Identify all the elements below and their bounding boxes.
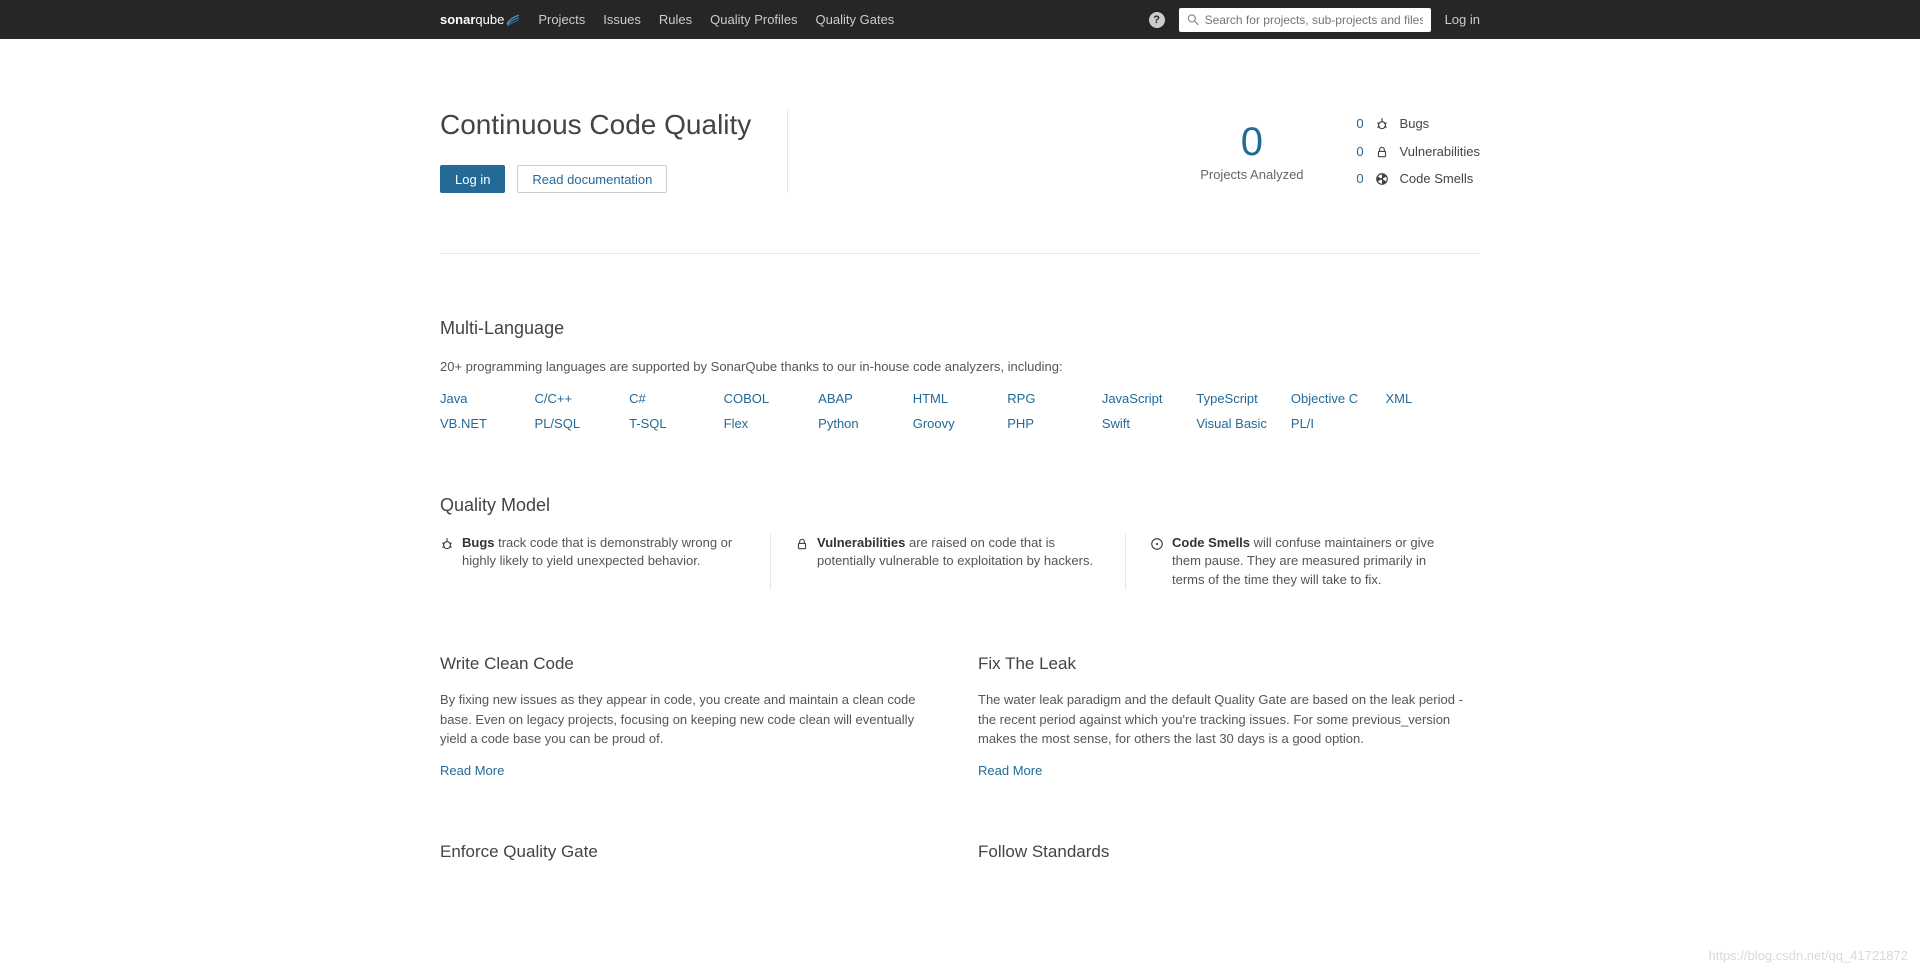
col-enforce-qg: Enforce Quality Gate: [440, 842, 942, 878]
projects-label: Projects Analyzed: [1200, 167, 1303, 182]
col-clean-code: Write Clean Code By fixing new issues as…: [440, 654, 942, 778]
nav-links: Projects Issues Rules Quality Profiles Q…: [538, 12, 894, 27]
logo-text-b: qube: [475, 12, 504, 27]
clean-code-read-more[interactable]: Read More: [440, 763, 504, 778]
qm-vulns: Vulnerabilities are raised on code that …: [770, 534, 1125, 591]
lang-link[interactable]: RPG: [1007, 391, 1102, 406]
read-docs-button[interactable]: Read documentation: [517, 165, 667, 193]
page-body: Continuous Code Quality Log in Read docu…: [440, 39, 1480, 918]
nav-item-projects[interactable]: Projects: [538, 12, 585, 27]
metric-bugs: 0 Bugs: [1352, 116, 1480, 132]
lang-link[interactable]: JavaScript: [1102, 391, 1197, 406]
lang-link[interactable]: Python: [818, 416, 913, 431]
clean-code-body: By fixing new issues as they appear in c…: [440, 690, 942, 749]
qm-bugs-text: Bugs track code that is demonstrably wro…: [462, 534, 746, 572]
hero-actions: Log in Read documentation: [440, 165, 751, 193]
lang-link[interactable]: PHP: [1007, 416, 1102, 431]
metric-bugs-label: Bugs: [1400, 116, 1430, 131]
quality-model-row: Bugs track code that is demonstrably wro…: [440, 534, 1480, 591]
section-multilang: Multi-Language 20+ programming languages…: [440, 254, 1480, 431]
logo[interactable]: sonarqube: [440, 12, 520, 28]
col-follow-std: Follow Standards: [978, 842, 1480, 878]
metric-vulns: 0 Vulnerabilities: [1352, 143, 1480, 159]
lang-link[interactable]: VB.NET: [440, 416, 535, 431]
nav-right: ? Log in: [1149, 8, 1480, 32]
follow-std-heading: Follow Standards: [978, 842, 1480, 862]
lang-link[interactable]: Visual Basic: [1196, 416, 1291, 431]
logo-waves-icon: [506, 12, 520, 28]
login-link-top[interactable]: Log in: [1445, 12, 1480, 27]
quality-model-heading: Quality Model: [440, 495, 1480, 516]
fix-leak-body: The water leak paradigm and the default …: [978, 690, 1480, 749]
col-fix-leak: Fix The Leak The water leak paradigm and…: [978, 654, 1480, 778]
hero-left: Continuous Code Quality Log in Read docu…: [440, 109, 788, 193]
nav-item-quality-profiles[interactable]: Quality Profiles: [710, 12, 797, 27]
lang-grid: Java C/C++ C# COBOL ABAP HTML RPG JavaSc…: [440, 391, 1480, 431]
two-col-2: Enforce Quality Gate Follow Standards: [440, 778, 1480, 878]
help-icon[interactable]: ?: [1149, 12, 1165, 28]
metrics-col: 0 Bugs 0 Vulnerabilities 0: [1352, 116, 1480, 187]
metric-smells-label: Code Smells: [1400, 171, 1474, 186]
multilang-intro: 20+ programming languages are supported …: [440, 357, 1480, 377]
lang-link[interactable]: Objective C: [1291, 391, 1386, 406]
lock-icon: [795, 535, 809, 572]
multilang-heading: Multi-Language: [440, 318, 1480, 339]
metric-bugs-count: 0: [1352, 116, 1364, 131]
qm-vulns-text: Vulnerabilities are raised on code that …: [817, 534, 1101, 572]
lang-link[interactable]: ABAP: [818, 391, 913, 406]
lang-link[interactable]: COBOL: [724, 391, 819, 406]
lang-link[interactable]: T-SQL: [629, 416, 724, 431]
search-input[interactable]: [1179, 8, 1431, 32]
lang-link[interactable]: Flex: [724, 416, 819, 431]
lang-link[interactable]: Groovy: [913, 416, 1008, 431]
metric-vulns-label: Vulnerabilities: [1400, 144, 1480, 159]
metric-smells-count: 0: [1352, 171, 1364, 186]
fix-leak-read-more[interactable]: Read More: [978, 763, 1042, 778]
lang-link[interactable]: Java: [440, 391, 535, 406]
logo-text-a: sonar: [440, 12, 475, 27]
enforce-qg-heading: Enforce Quality Gate: [440, 842, 942, 862]
bug-icon: [1374, 116, 1390, 132]
nav-item-rules[interactable]: Rules: [659, 12, 692, 27]
search-box: [1179, 8, 1431, 32]
nav-item-quality-gates[interactable]: Quality Gates: [816, 12, 895, 27]
qm-smells: Code Smells will confuse maintainers or …: [1125, 534, 1480, 591]
hero-right: 0 Projects Analyzed 0 Bugs 0 Vulnerabili…: [788, 116, 1480, 187]
lang-link[interactable]: C#: [629, 391, 724, 406]
qm-bugs: Bugs track code that is demonstrably wro…: [440, 534, 770, 591]
lang-link[interactable]: C/C++: [535, 391, 630, 406]
lang-link[interactable]: PL/SQL: [535, 416, 630, 431]
radiation-icon: [1374, 171, 1390, 187]
page-title: Continuous Code Quality: [440, 109, 751, 141]
qm-smells-text: Code Smells will confuse maintainers or …: [1172, 534, 1456, 591]
metric-smells: 0 Code Smells: [1352, 171, 1480, 187]
lang-link[interactable]: XML: [1385, 391, 1480, 406]
clean-code-heading: Write Clean Code: [440, 654, 942, 674]
projects-count: 0: [1200, 120, 1303, 165]
login-button[interactable]: Log in: [440, 165, 505, 193]
section-quality-model: Quality Model Bugs track code that is de…: [440, 431, 1480, 591]
lock-icon: [1374, 143, 1390, 159]
fix-leak-heading: Fix The Leak: [978, 654, 1480, 674]
hero: Continuous Code Quality Log in Read docu…: [440, 39, 1480, 254]
watermark: https://blog.csdn.net/qq_41721872: [1709, 948, 1909, 963]
projects-analyzed: 0 Projects Analyzed: [1200, 120, 1303, 182]
lang-link[interactable]: HTML: [913, 391, 1008, 406]
nav-item-issues[interactable]: Issues: [603, 12, 641, 27]
lang-link[interactable]: TypeScript: [1196, 391, 1291, 406]
lang-link[interactable]: Swift: [1102, 416, 1197, 431]
radiation-icon: [1150, 535, 1164, 591]
two-col-1: Write Clean Code By fixing new issues as…: [440, 590, 1480, 778]
global-nav: sonarqube Projects Issues Rules Quality …: [0, 0, 1920, 39]
metric-vulns-count: 0: [1352, 144, 1364, 159]
nav-inner: sonarqube Projects Issues Rules Quality …: [440, 8, 1480, 32]
lang-link[interactable]: PL/I: [1291, 416, 1386, 431]
bug-icon: [440, 535, 454, 572]
